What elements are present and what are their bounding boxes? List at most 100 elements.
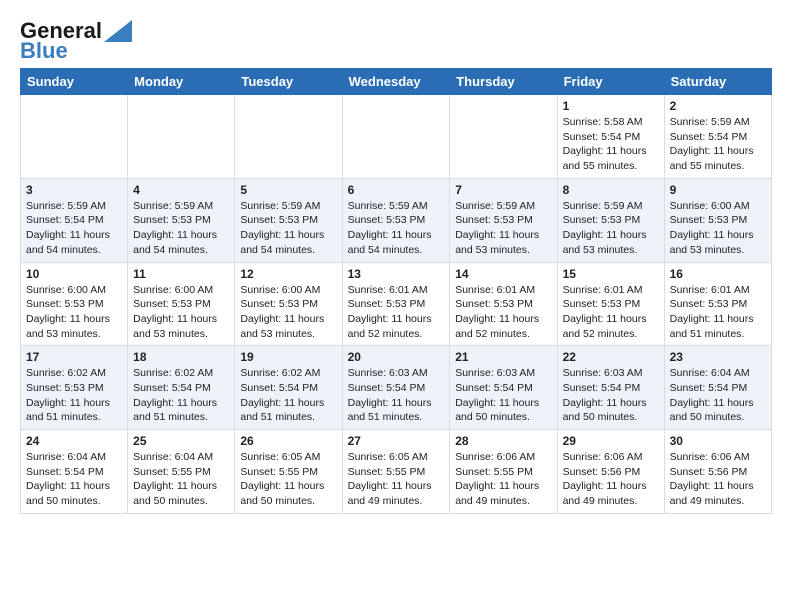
week-row-4: 24 Sunrise: 6:04 AM Sunset: 5:54 PM Dayli… [21, 430, 772, 514]
day-info: Sunrise: 6:05 AM Sunset: 5:55 PM Dayligh… [240, 450, 336, 509]
day-number: 3 [26, 183, 122, 197]
day-number: 12 [240, 267, 336, 281]
calendar-cell: 8 Sunrise: 5:59 AM Sunset: 5:53 PM Daylig… [557, 178, 664, 262]
day-info: Sunrise: 5:59 AM Sunset: 5:53 PM Dayligh… [133, 199, 229, 258]
col-header-tuesday: Tuesday [235, 69, 342, 95]
day-info: Sunrise: 5:59 AM Sunset: 5:53 PM Dayligh… [455, 199, 551, 258]
calendar-cell: 26 Sunrise: 6:05 AM Sunset: 5:55 PM Dayli… [235, 430, 342, 514]
day-number: 10 [26, 267, 122, 281]
calendar-cell: 4 Sunrise: 5:59 AM Sunset: 5:53 PM Daylig… [128, 178, 235, 262]
day-info: Sunrise: 5:59 AM Sunset: 5:53 PM Dayligh… [563, 199, 659, 258]
calendar-cell: 7 Sunrise: 5:59 AM Sunset: 5:53 PM Daylig… [450, 178, 557, 262]
day-number: 11 [133, 267, 229, 281]
calendar-cell: 21 Sunrise: 6:03 AM Sunset: 5:54 PM Dayli… [450, 346, 557, 430]
calendar-cell: 9Sunrise: 6:00 AM Sunset: 5:53 PM Daylig… [664, 178, 771, 262]
day-info: Sunrise: 6:06 AM Sunset: 5:55 PM Dayligh… [455, 450, 551, 509]
day-info: Sunrise: 6:04 AM Sunset: 5:54 PM Dayligh… [26, 450, 122, 509]
day-number: 28 [455, 434, 551, 448]
col-header-saturday: Saturday [664, 69, 771, 95]
day-info: Sunrise: 6:01 AM Sunset: 5:53 PM Dayligh… [563, 283, 659, 342]
calendar-cell: 12 Sunrise: 6:00 AM Sunset: 5:53 PM Dayli… [235, 262, 342, 346]
day-info: Sunrise: 6:04 AM Sunset: 5:55 PM Dayligh… [133, 450, 229, 509]
calendar: SundayMondayTuesdayWednesdayThursdayFrid… [20, 68, 772, 514]
calendar-cell: 11 Sunrise: 6:00 AM Sunset: 5:53 PM Dayli… [128, 262, 235, 346]
calendar-cell: 18Sunrise: 6:02 AM Sunset: 5:54 PM Dayli… [128, 346, 235, 430]
calendar-header-row: SundayMondayTuesdayWednesdayThursdayFrid… [21, 69, 772, 95]
calendar-cell: 17 Sunrise: 6:02 AM Sunset: 5:53 PM Dayli… [21, 346, 128, 430]
day-info: Sunrise: 6:02 AM Sunset: 5:53 PM Dayligh… [26, 366, 122, 425]
calendar-cell [450, 95, 557, 179]
calendar-cell [342, 95, 450, 179]
calendar-cell: 23Sunrise: 6:04 AM Sunset: 5:54 PM Dayli… [664, 346, 771, 430]
day-info: Sunrise: 5:59 AM Sunset: 5:53 PM Dayligh… [348, 199, 445, 258]
day-number: 20 [348, 350, 445, 364]
calendar-cell: 30Sunrise: 6:06 AM Sunset: 5:56 PM Dayli… [664, 430, 771, 514]
calendar-cell: 1 Sunrise: 5:58 AM Sunset: 5:54 PM Daylig… [557, 95, 664, 179]
calendar-cell: 6 Sunrise: 5:59 AM Sunset: 5:53 PM Daylig… [342, 178, 450, 262]
col-header-sunday: Sunday [21, 69, 128, 95]
calendar-cell: 13 Sunrise: 6:01 AM Sunset: 5:53 PM Dayli… [342, 262, 450, 346]
calendar-cell: 10Sunrise: 6:00 AM Sunset: 5:53 PM Dayli… [21, 262, 128, 346]
calendar-cell: 28 Sunrise: 6:06 AM Sunset: 5:55 PM Dayli… [450, 430, 557, 514]
day-info: Sunrise: 6:01 AM Sunset: 5:53 PM Dayligh… [670, 283, 766, 342]
logo-blue: Blue [20, 40, 68, 62]
calendar-cell: 19 Sunrise: 6:02 AM Sunset: 5:54 PM Dayli… [235, 346, 342, 430]
col-header-monday: Monday [128, 69, 235, 95]
day-number: 29 [563, 434, 659, 448]
day-info: Sunrise: 6:03 AM Sunset: 5:54 PM Dayligh… [455, 366, 551, 425]
col-header-friday: Friday [557, 69, 664, 95]
calendar-cell: 27Sunrise: 6:05 AM Sunset: 5:55 PM Dayli… [342, 430, 450, 514]
col-header-wednesday: Wednesday [342, 69, 450, 95]
day-number: 25 [133, 434, 229, 448]
calendar-cell: 3 Sunrise: 5:59 AM Sunset: 5:54 PM Daylig… [21, 178, 128, 262]
day-info: Sunrise: 6:05 AM Sunset: 5:55 PM Dayligh… [348, 450, 445, 509]
day-number: 21 [455, 350, 551, 364]
day-number: 8 [563, 183, 659, 197]
day-info: Sunrise: 6:03 AM Sunset: 5:54 PM Dayligh… [563, 366, 659, 425]
day-number: 14 [455, 267, 551, 281]
day-number: 19 [240, 350, 336, 364]
day-number: 17 [26, 350, 122, 364]
calendar-cell [235, 95, 342, 179]
day-number: 30 [670, 434, 766, 448]
day-number: 5 [240, 183, 336, 197]
day-info: Sunrise: 5:58 AM Sunset: 5:54 PM Dayligh… [563, 115, 659, 174]
week-row-1: 3 Sunrise: 5:59 AM Sunset: 5:54 PM Daylig… [21, 178, 772, 262]
week-row-2: 10 Sunrise: 6:00 AM Sunset: 5:53 PM Dayli… [21, 262, 772, 346]
logo-triangle-icon [104, 20, 132, 42]
page: General Blue SundayMondayTuesdayWednesda… [0, 0, 792, 524]
day-info: Sunrise: 6:02 AM Sunset: 5:54 PM Dayligh… [240, 366, 336, 425]
day-info: Sunrise: 6:03 AM Sunset: 5:54 PM Dayligh… [348, 366, 445, 425]
day-info: Sunrise: 6:01 AM Sunset: 5:53 PM Dayligh… [348, 283, 445, 342]
day-number: 1 [563, 99, 659, 113]
day-number: 24 [26, 434, 122, 448]
calendar-cell: 14 Sunrise: 6:01 AM Sunset: 5:53 PM Dayli… [450, 262, 557, 346]
day-info: Sunrise: 6:00 AM Sunset: 5:53 PM Dayligh… [133, 283, 229, 342]
day-info: Sunrise: 6:01 AM Sunset: 5:53 PM Dayligh… [455, 283, 551, 342]
calendar-cell: 29 Sunrise: 6:06 AM Sunset: 5:56 PM Dayli… [557, 430, 664, 514]
day-number: 26 [240, 434, 336, 448]
day-number: 18 [133, 350, 229, 364]
calendar-cell: 25 Sunrise: 6:04 AM Sunset: 5:55 PM Dayli… [128, 430, 235, 514]
day-number: 4 [133, 183, 229, 197]
day-number: 7 [455, 183, 551, 197]
calendar-cell: 5Sunrise: 5:59 AM Sunset: 5:53 PM Daylig… [235, 178, 342, 262]
day-info: Sunrise: 6:06 AM Sunset: 5:56 PM Dayligh… [563, 450, 659, 509]
logo: General Blue [20, 20, 132, 62]
calendar-cell: 16Sunrise: 6:01 AM Sunset: 5:53 PM Dayli… [664, 262, 771, 346]
col-header-thursday: Thursday [450, 69, 557, 95]
day-number: 6 [348, 183, 445, 197]
calendar-cell: 2Sunrise: 5:59 AM Sunset: 5:54 PM Daylig… [664, 95, 771, 179]
calendar-cell: 22Sunrise: 6:03 AM Sunset: 5:54 PM Dayli… [557, 346, 664, 430]
day-number: 13 [348, 267, 445, 281]
day-number: 23 [670, 350, 766, 364]
calendar-cell [128, 95, 235, 179]
day-info: Sunrise: 6:00 AM Sunset: 5:53 PM Dayligh… [240, 283, 336, 342]
day-info: Sunrise: 5:59 AM Sunset: 5:54 PM Dayligh… [670, 115, 766, 174]
day-info: Sunrise: 5:59 AM Sunset: 5:54 PM Dayligh… [26, 199, 122, 258]
day-number: 9 [670, 183, 766, 197]
calendar-cell [21, 95, 128, 179]
week-row-0: 1 Sunrise: 5:58 AM Sunset: 5:54 PM Daylig… [21, 95, 772, 179]
calendar-cell: 15Sunrise: 6:01 AM Sunset: 5:53 PM Dayli… [557, 262, 664, 346]
week-row-3: 17 Sunrise: 6:02 AM Sunset: 5:53 PM Dayli… [21, 346, 772, 430]
